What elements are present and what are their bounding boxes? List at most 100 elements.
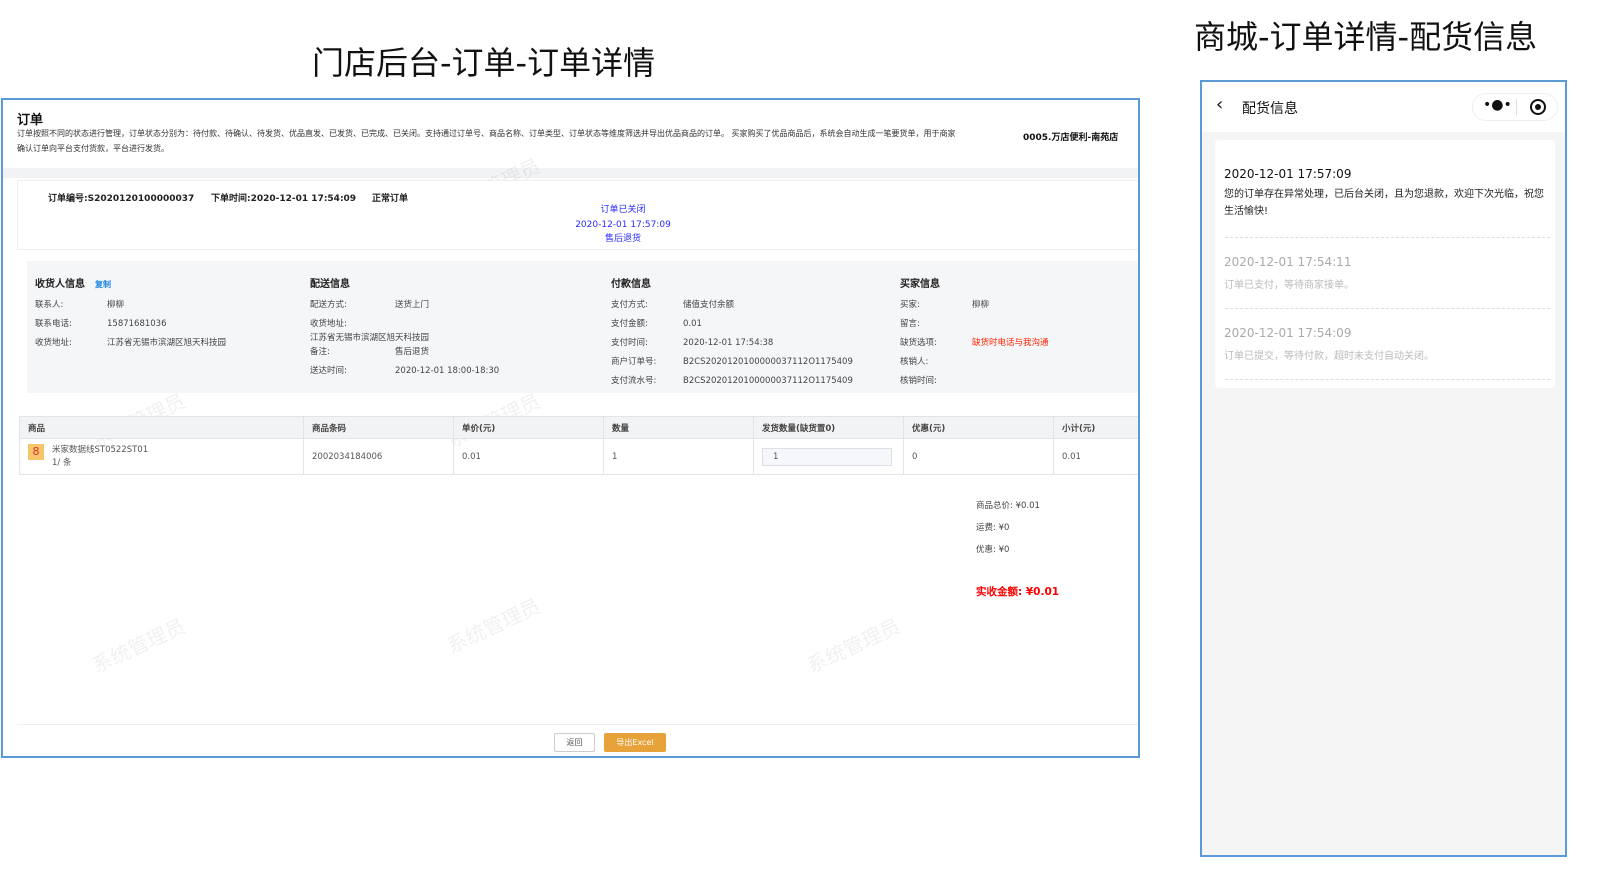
page-description: 订单按照不同的状态进行管理，订单状态分别为：待付款、待确认、待发货、优品直发、已… xyxy=(17,129,956,153)
watermark: 系统管理员 xyxy=(803,613,905,678)
field-label: 送达时间: xyxy=(310,366,347,376)
divider xyxy=(1516,99,1517,115)
footer-actions: 返回 导出Excel xyxy=(17,724,1138,756)
back-chevron-icon[interactable]: ‹ xyxy=(1216,94,1223,115)
field-value: B2CS2020120100000037112O1175409 xyxy=(683,357,853,367)
more-icon[interactable]: •●• xyxy=(1483,97,1512,113)
product-thumbnail-icon: 8 xyxy=(28,443,44,460)
log-text: 您的订单存在异常处理，已后台关闭，且为您退款，欢迎下次光临，祝您生活愉快! xyxy=(1224,189,1544,217)
capsule-menu: •●• xyxy=(1472,93,1558,121)
field-value: 售后退货 xyxy=(395,347,430,357)
field-label: 配送方式: xyxy=(310,300,347,310)
watermark: 系统管理员 xyxy=(443,593,545,658)
field-label: 商户订单号: xyxy=(611,357,657,367)
field-label: 联系电话: xyxy=(35,319,72,329)
field-label: 收货地址: xyxy=(310,319,347,329)
product-table: 商品 商品条码 单价(元) 数量 发货数量(缺货置0) 优惠(元) 小计(元) … xyxy=(19,416,1138,475)
actual-amount: 实收金额: ¥0.01 xyxy=(976,586,1060,598)
column-header: 优惠(元) xyxy=(903,416,1054,439)
field-label: 联系人: xyxy=(35,300,64,310)
divider xyxy=(1225,308,1550,309)
field-label: 买家: xyxy=(900,300,920,310)
field-label: 支付时间: xyxy=(611,338,648,348)
field-value: 柳柳 xyxy=(972,300,990,310)
field-label: 备注: xyxy=(310,347,330,357)
field-value: 柳柳 xyxy=(107,300,125,310)
payment-info: 付款信息 支付方式: 储值支付余额 支付金额: 0.01 支付时间: 2020-12-… xyxy=(611,275,853,386)
store-name[interactable]: 0005.万店便利-南苑店 xyxy=(1023,130,1118,143)
back-button[interactable]: 返回 xyxy=(554,733,595,752)
status-label: 订单已关闭 xyxy=(600,205,646,215)
column-header: 单价(元) xyxy=(453,416,604,439)
field-label: 支付流水号: xyxy=(611,376,657,386)
log-time: 2020-12-01 17:57:09 xyxy=(1224,167,1352,181)
quantity: 1 xyxy=(603,438,754,475)
divider xyxy=(1225,237,1550,238)
field-value: 0.01 xyxy=(683,319,702,329)
export-excel-button[interactable]: 导出Excel xyxy=(604,733,666,752)
field-label: 收货地址: xyxy=(35,338,72,348)
order-header-card: 订单编号:S2020120100000037 下单时间:2020-12-01 1… xyxy=(17,180,1138,250)
log-text: 订单已提交，等待付款，超时未支付自动关闭。 xyxy=(1224,351,1434,362)
field-label: 核销人: xyxy=(900,357,929,367)
field-value: 15871681036 xyxy=(107,319,167,329)
buyer-title: 买家信息 xyxy=(900,279,940,290)
field-value: 2020-12-01 18:00-18:30 xyxy=(395,366,500,376)
barcode: 2002034184006 xyxy=(303,438,454,475)
discount: 0 xyxy=(903,438,1054,475)
field-label: 支付金额: xyxy=(611,319,648,329)
field-label: 缺货选项: xyxy=(900,338,937,348)
order-number: 订单编号:S2020120100000037 xyxy=(48,194,195,204)
table-header: 商品 商品条码 单价(元) 数量 发货数量(缺货置0) 优惠(元) 小计(元) xyxy=(19,416,1138,439)
status-reason: 售后退货 xyxy=(604,234,641,244)
unit-price: 0.01 xyxy=(453,438,604,475)
subtotal: 0.01 xyxy=(1053,438,1138,475)
column-header: 小计(元) xyxy=(1053,416,1138,439)
log-time: 2020-12-01 17:54:11 xyxy=(1224,255,1352,269)
log-time: 2020-12-01 17:54:09 xyxy=(1224,326,1352,340)
admin-section-title: 门店后台-订单-订单详情 xyxy=(312,44,656,82)
column-header: 商品 xyxy=(19,416,304,439)
close-target-icon[interactable] xyxy=(1530,99,1546,115)
order-info-box: 收货人信息 复制 联系人: 柳柳 联系电话: 15871681036 收货地址: 江苏省… xyxy=(27,261,1138,393)
field-value: 储值支付余额 xyxy=(683,300,735,310)
field-value: 江苏省无锡市滨湖区旭天科技园 xyxy=(107,338,227,348)
order-type: 正常订单 xyxy=(372,194,409,204)
delivery-title: 配送信息 xyxy=(310,279,350,290)
payment-title: 付款信息 xyxy=(611,279,651,290)
buyer-info: 买家信息 买家: 柳柳 留言: 缺货选项: 缺货时电话与我沟通 核销人: 核销时间: xyxy=(900,275,1049,386)
field-label: 核销时间: xyxy=(900,376,937,386)
order-time: 下单时间:2020-12-01 17:54:09 xyxy=(211,194,357,204)
field-value: 江苏省无锡市滨湖区旭天科技园 xyxy=(310,333,430,343)
delivery-log-card: 2020-12-01 17:57:09 您的订单存在异常处理，已后台关闭，且为您… xyxy=(1215,140,1555,388)
nav-title: 配货信息 xyxy=(1242,101,1298,117)
mall-phone-screen: ‹ 配货信息 •●• 2020-12-01 17:57:09 您的订单存在异常处… xyxy=(1200,80,1567,857)
copy-link[interactable]: 复制 xyxy=(95,280,111,289)
column-header: 发货数量(缺货置0) xyxy=(753,416,904,439)
field-value: 2020-12-01 17:54:38 xyxy=(683,338,774,348)
field-label: 支付方式: xyxy=(611,300,648,310)
nav-bar: ‹ 配货信息 •●• xyxy=(1202,82,1565,132)
log-text: 订单已支付，等待商家接单。 xyxy=(1224,280,1354,291)
divider xyxy=(3,168,1138,178)
summary-discount: 优惠: ¥0 xyxy=(976,545,1010,555)
field-label: 留言: xyxy=(900,319,920,329)
table-row: 8 米家数据线ST0522ST01 1/ 条 2002034184006 0.01 … xyxy=(19,438,1138,475)
product-name: 米家数据线ST0522ST01 xyxy=(52,444,149,455)
column-header: 商品条码 xyxy=(303,416,454,439)
product-unit: 1/ 条 xyxy=(52,457,72,468)
order-status: 订单已关闭 2020-12-01 17:57:09 售后退货 xyxy=(538,203,708,247)
field-value: B2CS2020120100000037112O1175409 xyxy=(683,376,853,386)
divider xyxy=(1225,379,1550,380)
receiver-info: 收货人信息 复制 联系人: 柳柳 联系电话: 15871681036 收货地址: 江苏省… xyxy=(35,275,226,348)
delivery-info: 配送信息 配送方式: 送货上门 收货地址: 江苏省无锡市滨湖区旭天科技园 备注: 售… xyxy=(310,275,499,376)
status-time: 2020-12-01 17:57:09 xyxy=(575,219,671,230)
mall-section-title: 商城-订单详情-配货信息 xyxy=(1194,18,1538,56)
admin-order-detail-panel: 订单 订单按照不同的状态进行管理，订单状态分别为：待付款、待确认、待发货、优品直… xyxy=(1,98,1140,758)
ship-quantity-input[interactable]: 1 xyxy=(762,447,892,466)
receiver-title: 收货人信息 xyxy=(35,279,85,290)
column-header: 数量 xyxy=(603,416,754,439)
freight: 运费: ¥0 xyxy=(976,523,1010,533)
watermark: 系统管理员 xyxy=(88,613,190,678)
field-value: 送货上门 xyxy=(395,300,430,310)
